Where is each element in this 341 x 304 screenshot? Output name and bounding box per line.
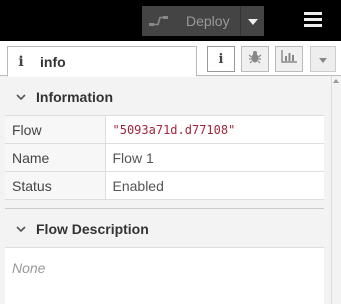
header-bar: Deploy [0,0,341,41]
chart-icon [281,50,297,68]
caret-down-icon [247,12,258,30]
row-key: Flow [5,115,106,144]
table-row: Name Flow 1 [5,143,324,172]
deploy-button-group[interactable]: Deploy [142,6,264,36]
table-row: Status Enabled [5,171,324,200]
information-title: Information [36,89,113,105]
dashboard-tab-button[interactable] [275,46,303,72]
flow-id-value: "5093a71d.d77108" [105,115,324,144]
deploy-label: Deploy [186,13,230,29]
chevron-down-icon [11,225,31,233]
flow-status-value: Enabled [105,171,324,200]
info-icon: i [218,51,224,67]
deploy-options-button[interactable] [241,6,264,36]
debug-tab-button[interactable] [241,46,269,72]
tab-info[interactable]: i info [7,46,197,77]
sidebar-scrollbar[interactable] [331,76,341,304]
information-table: Flow "5093a71d.d77108" Name Flow 1 Statu… [5,115,324,200]
tab-dropdown-button[interactable] [310,46,336,72]
flow-description-text: None [12,260,46,276]
deploy-flows-icon [144,6,174,36]
flow-description-title: Flow Description [36,221,149,237]
information-section-header[interactable]: Information [5,81,324,113]
sidebar: i info i Information Flow "5093a71d.d771… [0,41,341,304]
flow-name-value: Flow 1 [105,143,324,172]
hamburger-menu-icon [304,11,322,32]
sidebar-tab-bar: i info i [0,41,341,77]
table-row: Flow "5093a71d.d77108" [5,115,324,144]
row-key: Name [5,143,106,172]
caret-down-icon [319,50,327,68]
info-icon: i [18,53,24,70]
info-tab-button[interactable]: i [207,46,235,72]
section-divider [5,208,324,209]
bug-icon [248,50,262,69]
deploy-button[interactable]: Deploy [142,6,241,36]
scroll-up-arrow-icon[interactable] [333,79,339,83]
tab-info-label: info [40,53,66,70]
flow-description-section-header[interactable]: Flow Description [5,213,324,245]
chevron-down-icon [11,93,31,101]
main-menu-button[interactable] [296,6,330,36]
flow-description-box: None [5,247,324,304]
row-key: Status [5,171,106,200]
